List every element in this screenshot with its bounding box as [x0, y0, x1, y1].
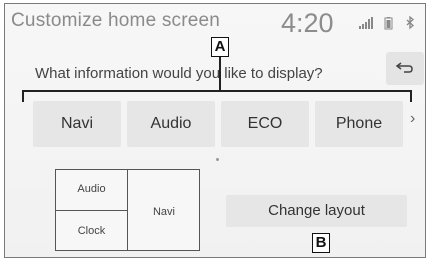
question-text: What information would you like to displ…	[35, 65, 323, 82]
status-bar	[359, 16, 414, 30]
option-phone[interactable]: Phone	[315, 101, 403, 147]
signal-icon	[359, 17, 373, 29]
layout-divider-horizontal	[56, 210, 127, 211]
layout-preview[interactable]: Audio Clock Navi	[55, 169, 200, 251]
return-icon	[395, 62, 413, 73]
layout-cell-clock: Clock	[77, 225, 106, 237]
page-indicator-dot	[216, 158, 219, 161]
battery-icon	[384, 17, 393, 30]
home-screen-display: Customize home screen 4:20 What informat…	[4, 3, 426, 258]
layout-cell-audio: Audio	[77, 183, 106, 195]
option-audio[interactable]: Audio	[127, 101, 215, 147]
layout-cell-navi: Navi	[152, 206, 175, 218]
back-button[interactable]	[386, 52, 424, 85]
callout-label-b: B	[312, 233, 330, 253]
clock-time: 4:20	[281, 8, 334, 38]
callout-a-leader	[219, 53, 221, 91]
change-layout-button[interactable]: Change layout	[226, 195, 407, 227]
option-eco[interactable]: ECO	[221, 101, 309, 147]
chevron-right-icon[interactable]: ›	[410, 110, 415, 128]
option-navi[interactable]: Navi	[33, 101, 121, 147]
bluetooth-icon	[406, 16, 414, 30]
screen-title: Customize home screen	[11, 10, 221, 31]
callout-label-a: A	[211, 37, 229, 57]
